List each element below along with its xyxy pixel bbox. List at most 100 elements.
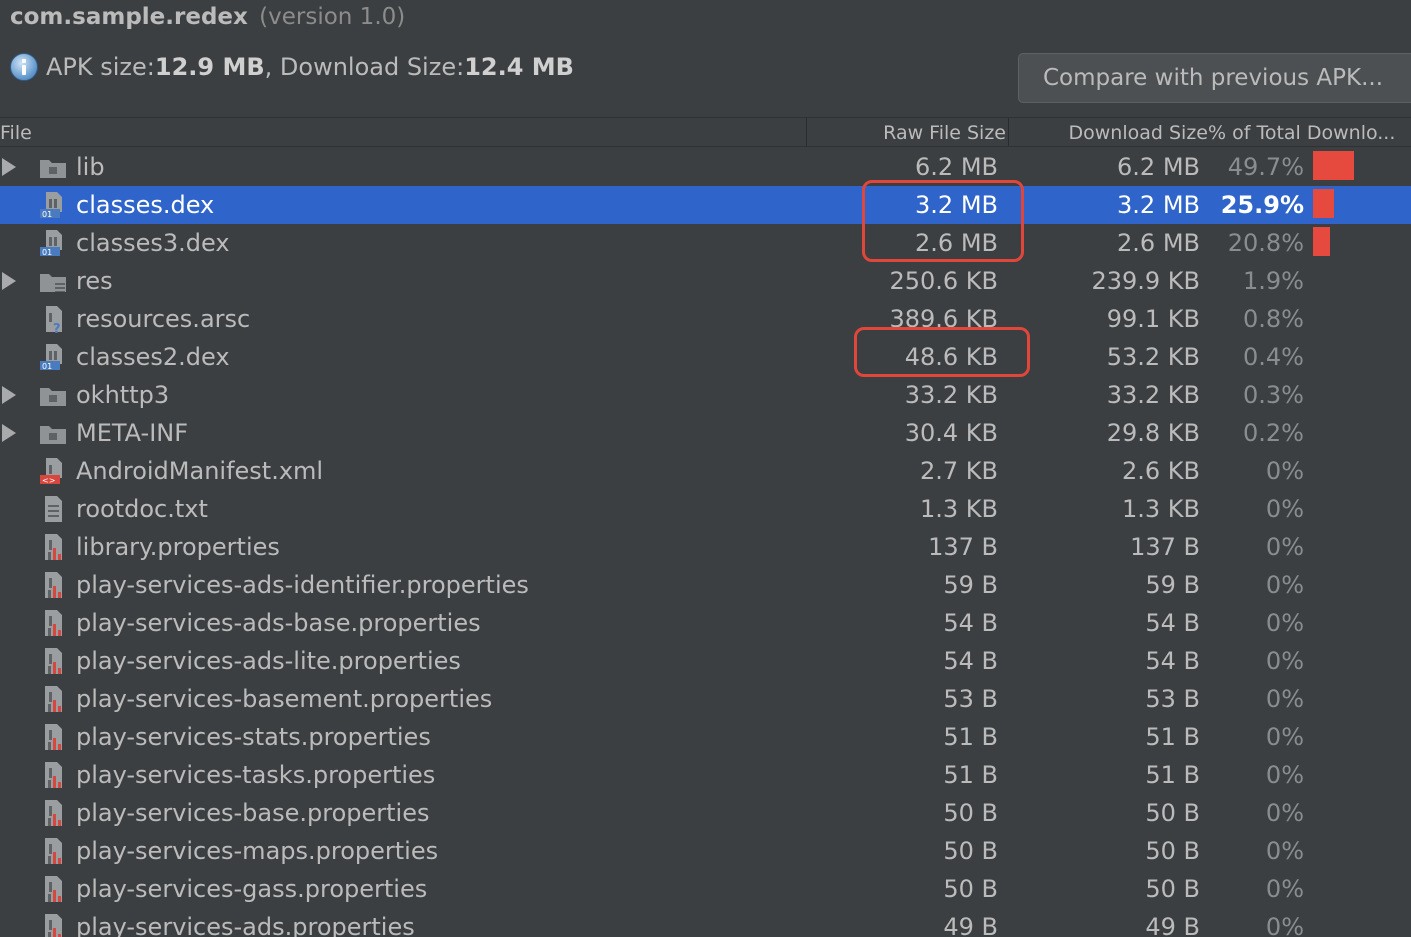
percent-of-total: 20.8% [1227,229,1304,257]
raw-file-size: 51 B [943,761,998,789]
percent-of-total: 0% [1265,799,1304,827]
file-name: play-services-stats.properties [76,723,431,751]
table-row[interactable]: play-services-base.properties 50 B 50 B 0% [0,794,1411,832]
properties-file-icon [38,760,68,790]
raw-file-size: 137 B [928,533,998,561]
table-row[interactable]: play-services-basement.properties 53 B 53 … [0,680,1411,718]
percent-of-total: 0% [1265,685,1304,713]
column-header-download-size[interactable]: Download Size [1008,118,1208,146]
table-row[interactable]: play-services-ads-base.properties 54 B 54 … [0,604,1411,642]
download-size: 54 B [1145,609,1200,637]
table-row[interactable]: 01 classes3.dex 2.6 MB 2.6 MB 20.8% [0,224,1411,262]
table-header: File Raw File Size Download Size % of To… [0,117,1411,147]
text-file-icon [38,494,68,524]
table-row[interactable]: lib 6.2 MB 6.2 MB 49.7% [0,148,1411,186]
raw-file-size: 2.7 KB [920,457,998,485]
download-size: 3.2 MB [1117,191,1200,219]
table-row[interactable]: play-services-tasks.properties 51 B 51 B 0% [0,756,1411,794]
package-name: com.sample.redex [10,4,248,30]
res-folder-icon [38,266,68,296]
raw-file-size: 50 B [943,837,998,865]
table-row[interactable]: res 250.6 KB 239.9 KB 1.9% [0,262,1411,300]
table-row[interactable]: <> AndroidManifest.xml 2.7 KB 2.6 KB 0% [0,452,1411,490]
svg-text:<>: <> [42,476,55,485]
table-row[interactable]: okhttp3 33.2 KB 33.2 KB 0.3% [0,376,1411,414]
download-size: 6.2 MB [1117,153,1200,181]
percent-of-total: 0.4% [1243,343,1304,371]
xml-file-icon: <> [38,456,68,486]
table-row[interactable]: play-services-ads-lite.properties 54 B 54 … [0,642,1411,680]
file-name: play-services-ads-base.properties [76,609,481,637]
file-name: library.properties [76,533,280,561]
download-size: 50 B [1145,875,1200,903]
folder-icon [38,152,68,182]
table-row[interactable]: 01 classes.dex 3.2 MB 3.2 MB 25.9% [0,186,1411,224]
file-name: classes3.dex [76,229,230,257]
percent-of-total: 0% [1265,837,1304,865]
file-name: META-INF [76,419,189,447]
file-name: okhttp3 [76,381,170,409]
file-name: resources.arsc [76,305,251,333]
percent-bar [1313,151,1354,180]
percent-of-total: 0.3% [1243,381,1304,409]
table-row[interactable]: play-services-ads.properties 49 B 49 B 0% [0,908,1411,937]
properties-file-icon [38,570,68,600]
percent-of-total: 0.2% [1243,419,1304,447]
file-name: play-services-ads-identifier.properties [76,571,529,599]
raw-file-size: 6.2 MB [915,153,998,181]
table-row[interactable]: play-services-ads-identifier.properties 5… [0,566,1411,604]
download-size: 51 B [1145,761,1200,789]
folder-icon [38,380,68,410]
table-row[interactable]: rootdoc.txt 1.3 KB 1.3 KB 0% [0,490,1411,528]
svg-text:01: 01 [42,210,52,219]
download-size: 137 B [1130,533,1200,561]
percent-bar [1313,189,1334,218]
percent-of-total: 0% [1265,609,1304,637]
table-row[interactable]: library.properties 137 B 137 B 0% [0,528,1411,566]
dex-file-icon: 01 [38,190,68,220]
file-name: classes.dex [76,191,215,219]
raw-file-size: 50 B [943,799,998,827]
percent-of-total: 0% [1265,913,1304,937]
raw-file-size: 48.6 KB [904,343,998,371]
column-header-raw-size[interactable]: Raw File Size [806,118,1006,146]
percent-of-total: 0% [1265,647,1304,675]
file-name: play-services-gass.properties [76,875,428,903]
raw-file-size: 250.6 KB [889,267,998,295]
download-size: 2.6 KB [1122,457,1200,485]
download-size: 50 B [1145,799,1200,827]
percent-of-total: 0% [1265,533,1304,561]
unknown-file-icon: ? [38,304,68,337]
table-row[interactable]: 01 classes2.dex 48.6 KB 53.2 KB 0.4% [0,338,1411,376]
file-tree-table[interactable]: lib 6.2 MB 6.2 MB 49.7% 01 classes.dex 3.2 MB 3… [0,148,1411,937]
svg-text:01: 01 [42,248,52,257]
properties-file-icon [38,836,68,866]
file-name: play-services-ads-lite.properties [76,647,461,675]
table-row[interactable]: ? resources.arsc 389.6 KB 99.1 KB 0.8% [0,300,1411,338]
apk-title: com.sample.redex (version 1.0) [10,0,405,34]
expand-arrow-icon[interactable] [2,158,16,176]
table-row[interactable]: play-services-stats.properties 51 B 51 B 0% [0,718,1411,756]
expand-arrow-icon[interactable] [2,386,16,404]
percent-of-total: 0% [1265,457,1304,485]
column-header-percent[interactable]: % of Total Downlo... [1208,118,1411,146]
file-name: play-services-basement.properties [76,685,493,713]
column-header-file[interactable]: File [0,118,800,146]
folder-icon [38,418,68,448]
apk-size-label: APK size: [46,53,155,81]
expand-arrow-icon[interactable] [2,272,16,290]
table-row[interactable]: META-INF 30.4 KB 29.8 KB 0.2% [0,414,1411,452]
raw-file-size: 53 B [943,685,998,713]
raw-file-size: 51 B [943,723,998,751]
dex-file-icon: 01 [38,228,68,258]
table-row[interactable]: play-services-gass.properties 50 B 50 B 0% [0,870,1411,908]
table-row[interactable]: play-services-maps.properties 50 B 50 B 0% [0,832,1411,870]
download-size: 33.2 KB [1106,381,1200,409]
raw-file-size: 59 B [943,571,998,599]
file-name: rootdoc.txt [76,495,208,523]
download-size: 50 B [1145,837,1200,865]
package-version: (version 1.0) [259,4,406,30]
file-name: play-services-base.properties [76,799,430,827]
expand-arrow-icon[interactable] [2,424,16,442]
compare-with-previous-apk-button[interactable]: Compare with previous APK... [1018,53,1411,103]
